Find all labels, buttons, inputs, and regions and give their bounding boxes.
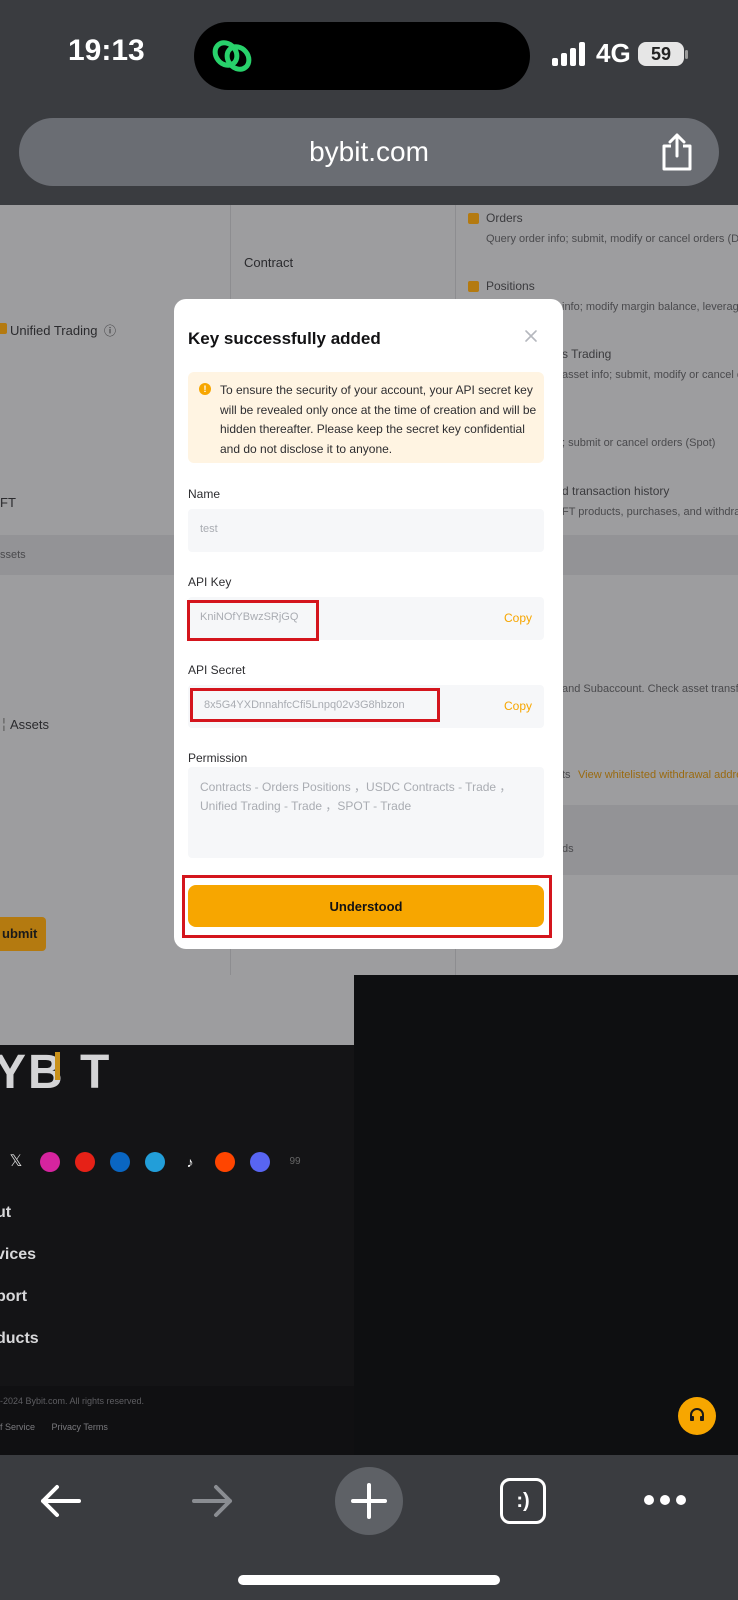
footer-link-about[interactable]: ut	[0, 1204, 11, 1222]
battery-tip	[685, 50, 688, 59]
status-time: 19:13	[68, 34, 145, 67]
x-icon[interactable]: 𝕏	[6, 1152, 26, 1172]
social-links: 𝕏 ♪ 99	[0, 1152, 354, 1176]
copy-api-secret-button[interactable]: Copy	[504, 699, 532, 713]
understood-highlight	[182, 875, 552, 938]
home-indicator[interactable]	[238, 1575, 500, 1585]
link-icon	[212, 40, 252, 72]
submit-button[interactable]: ubmit	[0, 917, 46, 951]
name-field: test	[188, 509, 544, 552]
linkedin-icon[interactable]	[110, 1152, 130, 1172]
footer-link-services[interactable]: vices	[0, 1246, 36, 1264]
assets-section-label: ssets	[0, 549, 26, 561]
copy-api-key-button[interactable]: Copy	[504, 611, 532, 625]
footer-link-products[interactable]: ducts	[0, 1330, 39, 1348]
api-key-highlight	[187, 600, 319, 641]
share-icon[interactable]	[659, 132, 695, 172]
info-icon: ⓘ	[104, 324, 117, 338]
permission-label: Permission	[188, 751, 248, 765]
battery-icon: 59	[638, 42, 684, 66]
close-icon[interactable]	[524, 329, 538, 343]
warning-icon: !	[199, 383, 211, 395]
perm-positions-title: Positions	[486, 279, 535, 293]
name-value: test	[200, 523, 218, 535]
footer-link-support[interactable]: port	[0, 1288, 27, 1306]
instagram-icon[interactable]	[40, 1152, 60, 1172]
permission-value: Contracts - Orders Positions ，USDC Contr…	[200, 780, 512, 813]
browser-toolbar: :)	[0, 1455, 738, 1600]
terms-of-service-link[interactable]: f Service	[0, 1422, 35, 1432]
back-arrow-icon[interactable]	[37, 1481, 83, 1521]
tabs-button[interactable]: :)	[500, 1478, 546, 1524]
new-tab-button[interactable]	[335, 1467, 403, 1535]
perm-orders-title: Orders	[486, 211, 523, 225]
modal-title: Key successfully added	[188, 329, 381, 348]
status-bar: 19:13 4G 59 bybit.com	[0, 0, 738, 205]
api-secret-label: API Secret	[188, 663, 246, 677]
telegram-icon[interactable]	[145, 1152, 165, 1172]
address-bar[interactable]: bybit.com	[19, 118, 719, 186]
more-icon[interactable]	[642, 1493, 688, 1507]
notice-text: To ensure the security of your account, …	[220, 383, 537, 456]
dynamic-island	[194, 22, 530, 90]
more-social-icon[interactable]: 99	[285, 1152, 305, 1172]
youtube-icon[interactable]	[75, 1152, 95, 1172]
security-notice: ! To ensure the security of your account…	[188, 372, 544, 463]
privacy-terms-link[interactable]: Privacy Terms	[52, 1422, 108, 1432]
whitelist-link[interactable]: View whitelisted withdrawal addre	[578, 769, 738, 781]
customer-support-button[interactable]	[678, 1397, 716, 1435]
api-secret-highlight	[190, 688, 440, 722]
url-text[interactable]: bybit.com	[19, 136, 719, 168]
discord-icon[interactable]	[250, 1152, 270, 1172]
name-label: Name	[188, 487, 221, 501]
copyright-text: -2024 Bybit.com. All rights reserved.	[0, 1396, 145, 1406]
nft-label: FT	[0, 495, 16, 510]
unified-trading-label: Unified Trading	[10, 323, 98, 338]
permission-field: Contracts - Orders Positions ，USDC Contr…	[188, 767, 544, 858]
key-added-modal: Key successfully added ! To ensure the s…	[174, 299, 563, 949]
tiktok-icon[interactable]: ♪	[180, 1152, 200, 1172]
reddit-icon[interactable]	[215, 1152, 235, 1172]
headset-icon	[690, 1408, 704, 1421]
signal-icon	[552, 42, 588, 66]
api-key-label: API Key	[188, 575, 232, 589]
footer-terms: f Service Privacy Terms	[0, 1422, 122, 1432]
forward-arrow-icon[interactable]	[190, 1481, 236, 1521]
assets-label: Assets	[10, 717, 50, 732]
network-type: 4G	[596, 38, 631, 68]
plus-icon	[351, 1483, 387, 1519]
contract-label: Contract	[244, 255, 294, 270]
